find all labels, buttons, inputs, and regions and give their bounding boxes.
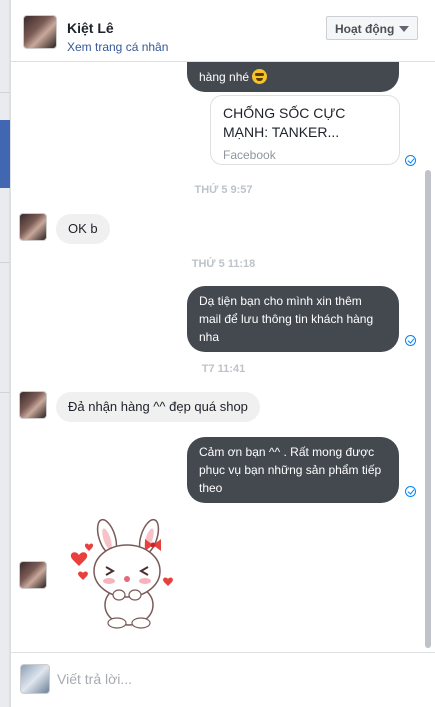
background-blue-block xyxy=(0,120,10,188)
contact-avatar[interactable] xyxy=(23,15,57,49)
contact-avatar[interactable] xyxy=(19,391,47,419)
contact-avatar[interactable] xyxy=(19,561,47,589)
reply-composer xyxy=(11,652,435,707)
link-preview-card[interactable]: CHỐNG SỐC CỰC MẠNH: TANKER... Facebook xyxy=(210,95,400,165)
smile-emoji-icon xyxy=(252,69,268,84)
link-preview-source: Facebook xyxy=(223,148,276,162)
chevron-down-icon xyxy=(399,26,409,32)
seen-check-icon xyxy=(405,335,416,346)
timestamp: THỨ 5 9:57 xyxy=(194,184,253,196)
contact-name[interactable]: Kiệt Lê xyxy=(67,20,114,36)
background-page xyxy=(0,0,10,707)
message-outgoing: Dạ tiện bạn cho mình xin thêm mail để lư… xyxy=(187,286,399,352)
link-preview-title: CHỐNG SỐC CỰC MẠNH: TANKER... xyxy=(223,105,346,140)
message-text: hàng nhé xyxy=(199,70,250,84)
timestamp: THỨ 5 11:18 xyxy=(191,258,256,270)
seen-check-icon xyxy=(405,486,416,497)
status-label: Hoạt động xyxy=(335,22,395,36)
user-avatar xyxy=(20,664,50,694)
timestamp: T7 11:41 xyxy=(201,363,246,375)
bunny-sticker xyxy=(70,518,173,629)
message-incoming: OK b xyxy=(56,214,110,244)
chat-scrollbar[interactable] xyxy=(425,170,431,648)
view-profile-link[interactable]: Xem trang cá nhân xyxy=(67,40,168,54)
messenger-window: hàng nhé CHỐNG SỐC CỰC MẠNH: TANKER... F… xyxy=(0,0,435,707)
chat-header: Kiệt Lê Xem trang cá nhân Hoạt động xyxy=(11,0,435,62)
status-dropdown[interactable]: Hoạt động xyxy=(326,16,418,40)
seen-check-icon xyxy=(405,155,416,166)
chat-panel: hàng nhé CHỐNG SỐC CỰC MẠNH: TANKER... F… xyxy=(10,0,435,707)
contact-avatar[interactable] xyxy=(19,213,47,241)
reply-input[interactable] xyxy=(57,665,417,693)
message-incoming: Đả nhận hàng ^^ đẹp quá shop xyxy=(56,392,260,422)
message-outgoing: Cảm ơn bạn ^^ . Rất mong được phục vụ bạ… xyxy=(187,437,399,503)
